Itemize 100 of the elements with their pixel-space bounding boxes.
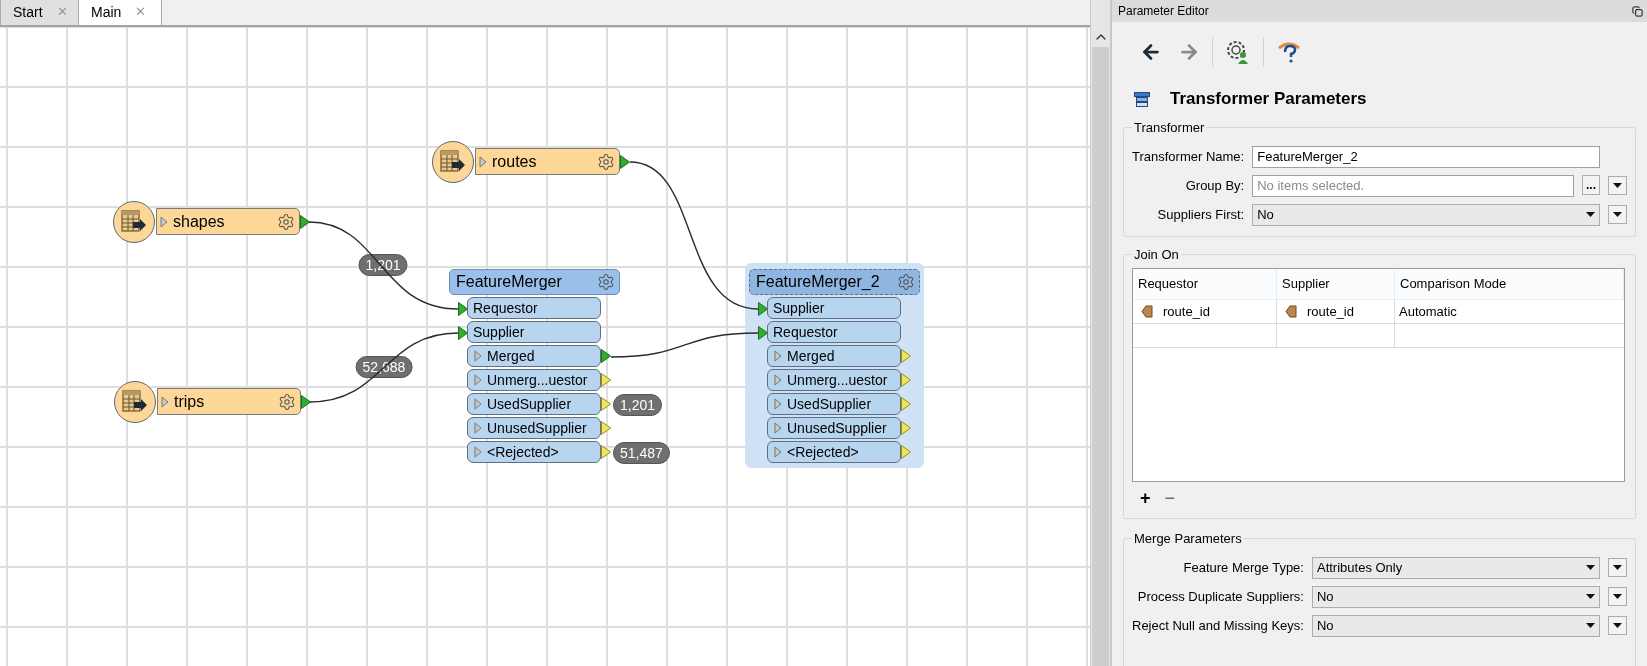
output-port[interactable]: UsedSupplier xyxy=(767,393,901,415)
dropdown-field[interactable]: No xyxy=(1311,614,1600,637)
transformer-header[interactable]: FeatureMerger_2 xyxy=(749,269,920,295)
output-port[interactable]: Unmerg...uestor xyxy=(767,369,901,391)
reader-name: routes xyxy=(492,151,538,172)
output-port[interactable]: UnusedSupplier xyxy=(467,417,601,439)
table-cell-text: Automatic xyxy=(1398,302,1458,321)
feature-count-badge: 1,201 xyxy=(358,254,408,276)
output-port[interactable]: Merged xyxy=(767,345,901,367)
table-icon xyxy=(440,150,466,174)
caret-icon xyxy=(1613,565,1622,570)
dropdown-field[interactable]: Attributes Only xyxy=(1311,556,1600,579)
expand-triangle-icon[interactable] xyxy=(774,350,782,362)
transformer-name: FeatureMerger_2 xyxy=(756,272,881,292)
text-field[interactable]: FeatureMerger_2 xyxy=(1252,145,1600,168)
add-row-button[interactable]: + xyxy=(1140,488,1151,508)
column-header[interactable]: Requestor xyxy=(1133,269,1277,299)
field-label: Transformer Name: xyxy=(1132,147,1245,166)
caret-icon xyxy=(1613,212,1622,217)
attribute-icon xyxy=(1285,305,1297,318)
reader-name: trips xyxy=(174,391,206,412)
gear-icon[interactable] xyxy=(897,273,915,291)
input-port[interactable]: Supplier xyxy=(767,297,901,319)
expand-triangle-icon[interactable] xyxy=(160,215,168,228)
input-port[interactable]: Supplier xyxy=(467,321,601,343)
group-title: Transformer xyxy=(1133,119,1206,137)
output-port[interactable]: Merged xyxy=(467,345,601,367)
output-port[interactable]: Unmerg...uestor xyxy=(467,369,601,391)
feature-count-badge: 1,201 xyxy=(613,394,663,416)
field-label: Group By: xyxy=(1184,176,1245,195)
column-header[interactable]: Supplier xyxy=(1277,269,1395,299)
expand-triangle-icon[interactable] xyxy=(474,446,482,458)
port-label: UsedSupplier xyxy=(487,394,572,414)
options-button[interactable] xyxy=(1608,558,1627,577)
float-window-icon[interactable] xyxy=(1632,5,1643,17)
port-label: <Rejected> xyxy=(487,442,559,462)
table-cell: route_id xyxy=(1133,300,1277,323)
port-label: UsedSupplier xyxy=(787,394,872,414)
browse-button[interactable]: ... xyxy=(1582,174,1600,195)
attribute-icon xyxy=(1141,305,1153,318)
expand-triangle-icon[interactable] xyxy=(474,374,482,386)
vertical-scrollbar[interactable] xyxy=(1090,0,1110,666)
port-label: Unmerg...uestor xyxy=(787,370,888,390)
caret-icon xyxy=(1613,623,1622,628)
section-heading: Transformer Parameters xyxy=(1170,88,1367,111)
expand-triangle-icon[interactable] xyxy=(479,155,487,168)
expand-triangle-icon[interactable] xyxy=(774,422,782,434)
transformer-header[interactable]: FeatureMerger xyxy=(449,269,620,295)
table-cell: route_id xyxy=(1277,300,1395,323)
dropdown-field[interactable]: No xyxy=(1252,203,1600,226)
document-tab[interactable]: Main ✕ xyxy=(79,0,162,25)
output-port[interactable]: <Rejected> xyxy=(767,441,901,463)
reader-node[interactable]: routes xyxy=(475,148,620,175)
port-label: Unmerg...uestor xyxy=(487,370,588,390)
options-button[interactable] xyxy=(1608,205,1627,224)
expand-triangle-icon[interactable] xyxy=(774,446,782,458)
field-label: Suppliers First: xyxy=(1156,205,1245,224)
reader-node[interactable]: shapes xyxy=(156,208,300,235)
feature-count-badge: 52,688 xyxy=(355,356,413,378)
expand-triangle-icon[interactable] xyxy=(161,395,169,408)
group-title: Join On xyxy=(1133,245,1180,264)
panel-title: Parameter Editor xyxy=(1118,3,1209,20)
output-port[interactable]: UsedSupplier xyxy=(467,393,601,415)
document-tab[interactable]: Start ✕ xyxy=(0,0,79,25)
expand-triangle-icon[interactable] xyxy=(474,350,482,362)
remove-row-button[interactable]: − xyxy=(1164,488,1176,508)
port-label: Merged xyxy=(787,346,835,366)
dropdown-field[interactable]: No xyxy=(1311,585,1600,608)
options-button[interactable] xyxy=(1608,176,1627,195)
options-button[interactable] xyxy=(1608,587,1627,606)
caret-icon xyxy=(1613,183,1622,188)
expand-triangle-icon[interactable] xyxy=(474,422,482,434)
expand-triangle-icon[interactable] xyxy=(774,398,782,410)
port-label: <Rejected> xyxy=(787,442,859,462)
port-label: Merged xyxy=(487,346,535,366)
port-label: UnusedSupplier xyxy=(487,418,587,438)
workspace-canvas[interactable] xyxy=(0,27,1090,666)
back-arrow-icon xyxy=(1140,41,1162,63)
port-label: UnusedSupplier xyxy=(787,418,887,438)
input-port[interactable]: Requestor xyxy=(467,297,601,319)
gear-icon[interactable] xyxy=(278,392,296,411)
column-header[interactable]: Comparison Mode xyxy=(1395,269,1624,299)
expand-triangle-icon[interactable] xyxy=(474,398,482,410)
table-icon xyxy=(121,210,147,234)
caret-icon xyxy=(1613,594,1622,599)
reader-name: shapes xyxy=(173,211,226,232)
expand-triangle-icon[interactable] xyxy=(774,374,782,386)
output-port[interactable]: <Rejected> xyxy=(467,441,601,463)
gear-icon[interactable] xyxy=(597,152,615,171)
options-button[interactable] xyxy=(1608,616,1627,635)
attribute-picker-field[interactable]: No items selected. xyxy=(1252,174,1574,197)
group-title: Merge Parameters xyxy=(1133,530,1243,548)
output-port[interactable]: UnusedSupplier xyxy=(767,417,901,439)
gear-icon[interactable] xyxy=(597,273,615,291)
reader-node[interactable]: trips xyxy=(157,388,301,415)
gear-icon[interactable] xyxy=(277,212,295,231)
input-port[interactable]: Requestor xyxy=(767,321,901,343)
caret-icon xyxy=(1586,623,1595,628)
forward-arrow-icon xyxy=(1178,41,1200,63)
caret-icon xyxy=(1586,212,1595,217)
